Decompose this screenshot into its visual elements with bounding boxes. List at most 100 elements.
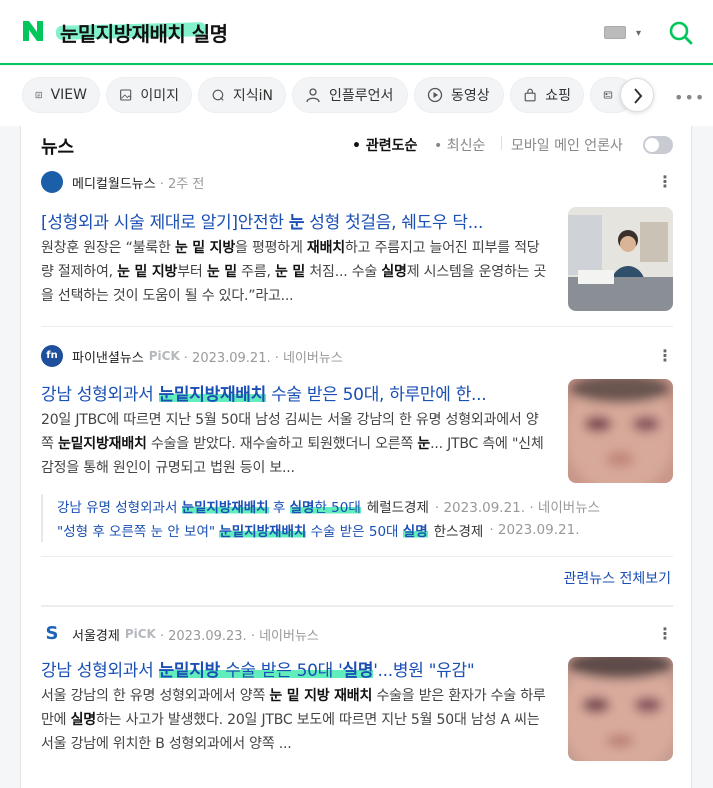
chevron-right-icon: [634, 88, 643, 104]
related-keyword: 실명: [402, 524, 428, 540]
tab-label: 인플루언서: [329, 88, 394, 104]
desc-keyword: 눈밑지방재배치: [57, 436, 147, 452]
related-title[interactable]: 강남 유명 성형외과서 눈밑지방재배치 후 실명한 50대: [57, 496, 361, 516]
title-text: 수술 받은 50대, 하루만에 한...: [265, 385, 487, 405]
desc-text: 서울 강남의 한 유명 성형외과에서 양쪽: [41, 688, 270, 704]
search-icon[interactable]: [668, 20, 694, 46]
desc-keyword: 눈 밑 지방: [174, 240, 236, 256]
naver-logo-icon[interactable]: [20, 18, 46, 44]
related-text: 후: [268, 500, 290, 516]
pick-badge: PiCK: [148, 349, 180, 363]
desc-keyword: 눈 밑 지방 재배치: [269, 688, 373, 704]
press-name[interactable]: 서울경제: [72, 625, 120, 644]
desc-keyword: 눈 밑: [206, 264, 237, 280]
news-title[interactable]: 강남 성형외과서 눈밑지방 수술 받은 50대 '실명'...병원 "유감": [41, 656, 546, 681]
news-meta: · 2023.09.23. · 네이버뉴스: [159, 628, 319, 644]
news-thumbnail[interactable]: [568, 657, 673, 761]
related-news: 강남 유명 성형외과서 눈밑지방재배치 후 실명한 50대 헤럴드경제 · 20…: [41, 494, 673, 542]
sort-latest[interactable]: • 최신순: [434, 135, 485, 155]
related-press[interactable]: 헤럴드경제: [367, 496, 429, 516]
title-text: [성형외과 시술 제대로 알기]안전한: [41, 213, 289, 233]
desc-keyword: 실명: [381, 264, 407, 280]
sort-relevance[interactable]: • 관련도순: [352, 135, 417, 155]
more-icon[interactable]: •••: [674, 88, 705, 107]
image-icon: [120, 89, 132, 101]
desc-text: 을 평평하게: [235, 240, 307, 256]
title-keyword: 실명: [342, 661, 374, 681]
desc-text: 수술을 받았다. 재수술하고 퇴원했더니 오른쪽: [146, 436, 418, 452]
news-thumbnail[interactable]: [568, 207, 673, 311]
desc-text: 하는 사고가 발생했다. 20일 JTBC 보도에 따르면 지난 5월 50대 …: [41, 712, 540, 752]
title-text: 강남 성형외과서: [41, 385, 159, 405]
related-text: 강남 유명 성형외과서: [57, 500, 182, 516]
tab-knowledge-in[interactable]: 지식iN: [198, 77, 286, 113]
play-icon: [427, 87, 443, 103]
news-item: S 서울경제 PiCK · 2023.09.23. · 네이버뉴스 ⋮ 강남 성…: [41, 622, 673, 782]
press-logo-icon[interactable]: [41, 171, 63, 193]
title-text: '...병원 "유감": [373, 661, 475, 681]
desc-text: 원창훈 원장은 “불룩한: [41, 240, 175, 256]
press-name[interactable]: 파이낸셜뉴스: [72, 347, 144, 366]
item-more-icon[interactable]: ⋮: [657, 624, 673, 643]
related-item[interactable]: 강남 유명 성형외과서 눈밑지방재배치 후 실명한 50대 헤럴드경제 · 20…: [57, 494, 673, 518]
person-icon: [306, 88, 320, 103]
search-tabs: VIEW 이미지 지식iN 인플루언서 동영상 쇼핑 •••: [0, 66, 713, 126]
thumbnail-image: [568, 379, 673, 483]
sort-relevance-label: 관련도순: [365, 138, 418, 154]
related-press[interactable]: 한스경제: [434, 520, 484, 540]
keyboard-icon[interactable]: [604, 26, 626, 39]
related-item[interactable]: "성형 후 오른쪽 눈 안 보여" 눈밑지방재배치 수술 받은 50대 실명 한…: [57, 518, 673, 542]
tab-view[interactable]: VIEW: [22, 77, 100, 113]
desc-keyword: 실명: [70, 712, 97, 728]
thumbnail-image: [568, 207, 673, 311]
related-text: 한 50대: [314, 500, 361, 516]
desc-keyword: 눈 밑: [275, 264, 306, 280]
news-section: 뉴스 • 관련도순 • 최신순 모바일 메인 언론사 메디컬월드뉴스 · 2주 …: [20, 126, 692, 788]
related-keyword: 눈밑지방재배치: [181, 500, 269, 516]
press-logo-icon[interactable]: S: [41, 623, 63, 645]
mobile-main-toggle[interactable]: [643, 136, 673, 154]
tab-influencer[interactable]: 인플루언서: [292, 77, 408, 113]
keyboard-dropdown-icon[interactable]: ▾: [636, 28, 641, 39]
tab-images[interactable]: 이미지: [106, 77, 192, 113]
news-title[interactable]: [성형외과 시술 제대로 알기]안전한 눈 성형 첫걸음, 쉐도우 닥...: [41, 208, 546, 233]
section-title: 뉴스: [41, 137, 75, 158]
thumbnail-image: [568, 657, 673, 761]
desc-keyword: 재배치: [306, 240, 345, 256]
search-input[interactable]: 눈밑지방재배치 실명: [60, 18, 228, 47]
tab-video[interactable]: 동영상: [414, 77, 504, 113]
news-item: fn 파이낸셜뉴스 PiCK · 2023.09.21. · 네이버뉴스 ⋮ 강…: [41, 344, 673, 574]
news-thumbnail[interactable]: [568, 379, 673, 483]
search-header: 눈밑지방재배치 실명 ▾: [0, 0, 713, 65]
qna-icon: [212, 89, 224, 101]
item-more-icon[interactable]: ⋮: [657, 346, 673, 365]
related-meta: · 2023.09.21.: [489, 522, 580, 538]
title-text: 수술 받은 50대 ': [219, 661, 343, 681]
news-title[interactable]: 강남 성형외과서 눈밑지방재배치 수술 받은 50대, 하루만에 한...: [41, 380, 546, 405]
desc-keyword: 눈 밑 지방: [117, 264, 178, 280]
desc-text: 부터: [177, 264, 207, 280]
mobile-main-label: 모바일 메인 언론사: [511, 138, 623, 154]
view-icon: [35, 91, 42, 99]
related-title[interactable]: "성형 후 오른쪽 눈 안 보여" 눈밑지방재배치 수술 받은 50대 실명: [57, 520, 428, 540]
desc-text: 처짐... 수술: [305, 264, 382, 280]
related-text: 수술 받은 50대: [306, 524, 403, 540]
tab-label: 이미지: [140, 88, 179, 104]
bag-icon: [524, 88, 536, 102]
related-keyword: 실명: [289, 500, 315, 516]
divider: [41, 556, 673, 557]
news-desc: 원창훈 원장은 “불룩한 눈 밑 지방을 평평하게 재배치하고 주름지고 늘어진…: [41, 236, 549, 308]
tabs-next-button[interactable]: [620, 78, 654, 112]
news-desc: 서울 강남의 한 유명 성형외과에서 양쪽 눈 밑 지방 재배치 수술을 받은 …: [41, 684, 549, 756]
title-keyword: 눈밑지방재배치: [158, 385, 266, 405]
press-name[interactable]: 메디컬월드뉴스: [72, 173, 156, 192]
all-related-news-link[interactable]: 관련뉴스 전체보기: [564, 568, 672, 588]
tab-label: 동영상: [451, 88, 490, 104]
news-item: 메디컬월드뉴스 · 2주 전 ⋮ [성형외과 시술 제대로 알기]안전한 눈 성…: [41, 170, 673, 320]
item-more-icon[interactable]: ⋮: [657, 172, 673, 191]
tab-shopping[interactable]: 쇼핑: [510, 77, 584, 113]
press-logo-icon[interactable]: fn: [41, 345, 63, 367]
title-keyword: 눈: [288, 213, 305, 233]
tab-label: 지식iN: [232, 88, 273, 104]
sort-latest-label: 최신순: [446, 138, 486, 154]
